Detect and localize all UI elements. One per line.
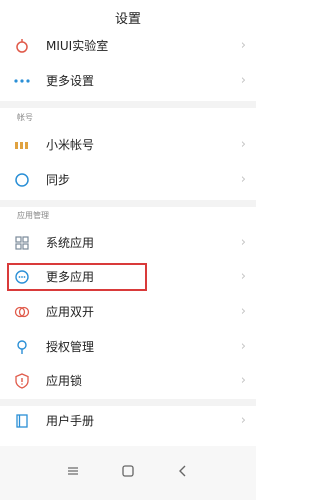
chevron-right-icon: › [240, 269, 246, 284]
sync-icon [13, 171, 31, 189]
settings-item-mi-account[interactable]: 小米帐号 › [0, 126, 256, 164]
settings-item-sync[interactable]: 同步 › [0, 161, 256, 199]
settings-item-label: 授权管理 [46, 340, 95, 354]
settings-item-label: 同步 [46, 173, 71, 187]
chevron-right-icon: › [240, 304, 246, 319]
dual-apps-icon [13, 303, 31, 321]
chevron-right-icon: › [240, 373, 246, 388]
lock-icon [13, 372, 31, 390]
settings-item-permissions[interactable]: 授权管理 › [0, 328, 256, 366]
more-dots-icon [13, 72, 31, 90]
navigation-bar [0, 446, 256, 500]
settings-item-label: 系统应用 [46, 236, 95, 250]
chevron-right-icon: › [240, 38, 246, 53]
settings-item-dual-apps[interactable]: 应用双开 › [0, 293, 256, 331]
settings-item-app-lock[interactable]: 应用锁 › [0, 362, 256, 400]
section-title-account: 帐号 [17, 113, 33, 122]
home-icon[interactable] [119, 462, 137, 480]
settings-item-label: 应用锁 [46, 374, 83, 388]
grid-icon [13, 234, 31, 252]
mi-icon [13, 136, 31, 154]
chevron-right-icon: › [240, 339, 246, 354]
settings-item-label: 小米帐号 [46, 138, 95, 152]
section-divider [0, 101, 256, 108]
section-divider [0, 200, 256, 207]
permission-icon [13, 338, 31, 356]
chevron-right-icon: › [240, 137, 246, 152]
settings-item-label: 更多设置 [46, 74, 95, 88]
settings-item-system-apps[interactable]: 系统应用 › [0, 224, 256, 262]
settings-item-label: 应用双开 [46, 305, 95, 319]
menu-icon[interactable] [64, 462, 82, 480]
back-icon[interactable] [174, 462, 192, 480]
chevron-right-icon: › [240, 73, 246, 88]
chevron-right-icon: › [240, 172, 246, 187]
settings-item-more-settings[interactable]: 更多设置 › [0, 62, 256, 100]
manual-icon [13, 412, 31, 430]
chevron-right-icon: › [240, 235, 246, 250]
settings-item-miui-lab[interactable]: MIUI实验室 › [0, 27, 256, 65]
section-title-apps: 应用管理 [17, 211, 49, 220]
highlight-box [7, 263, 147, 291]
flask-icon [13, 37, 31, 55]
settings-item-label: MIUI实验室 [46, 39, 109, 53]
